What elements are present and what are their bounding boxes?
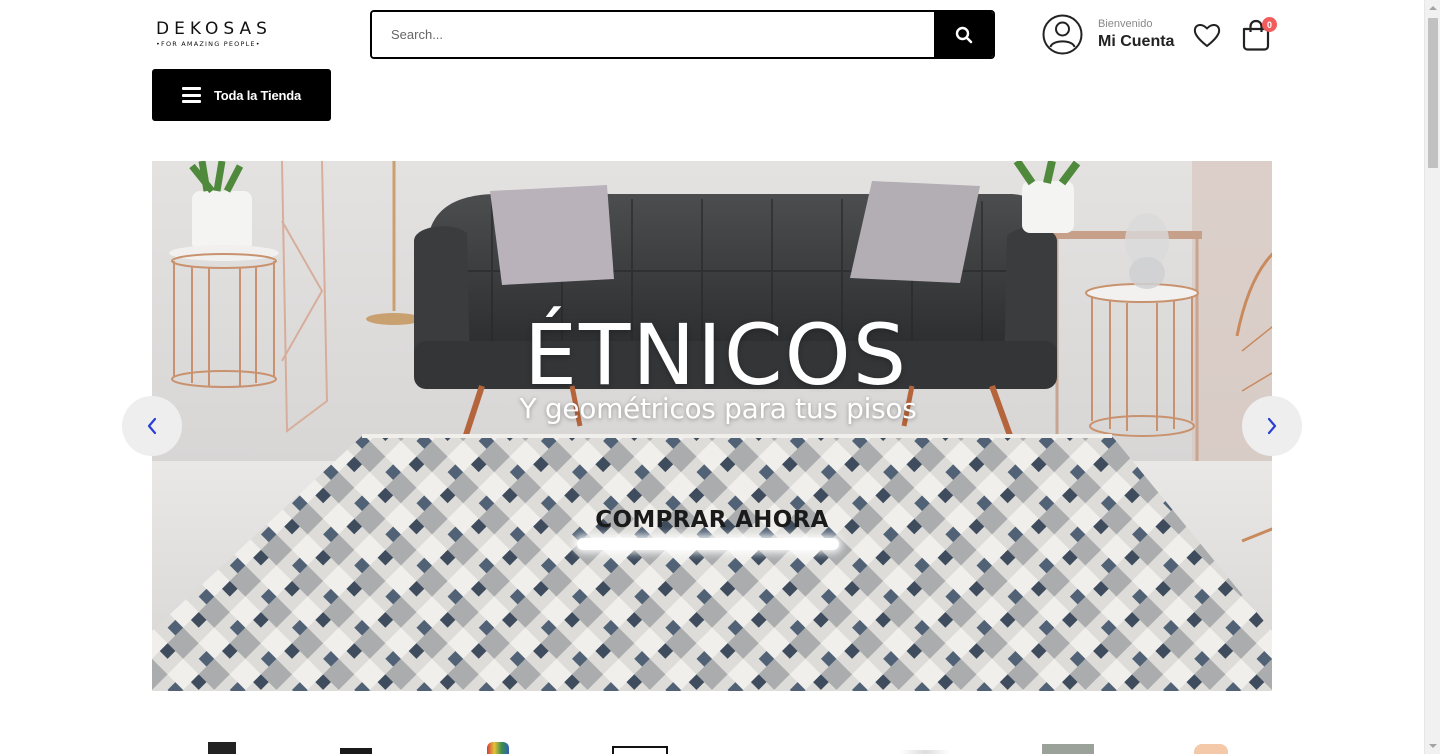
search-bar bbox=[370, 10, 995, 59]
chevron-right-icon bbox=[1267, 417, 1277, 435]
shop-now-label: COMPRAR AHORA bbox=[595, 507, 829, 533]
hero-banner[interactable]: ÉTNICOS Y geométricos para tus pisos COM… bbox=[152, 161, 1272, 691]
search-input[interactable] bbox=[372, 12, 934, 57]
logo[interactable]: DEKOSAS •FOR AMAZING PEOPLE• bbox=[156, 20, 271, 48]
category-thumb[interactable] bbox=[200, 742, 248, 754]
scroll-down-arrow[interactable] bbox=[1425, 738, 1440, 754]
hero-title: ÉTNICOS bbox=[523, 306, 909, 404]
logo-tagline: •FOR AMAZING PEOPLE• bbox=[156, 40, 261, 48]
shop-now-button[interactable]: COMPRAR AHORA bbox=[577, 505, 847, 555]
account-link[interactable]: Bienvenido Mi Cuenta bbox=[1042, 14, 1174, 55]
slider-prev-button[interactable] bbox=[122, 396, 182, 456]
chevron-left-icon bbox=[147, 417, 157, 435]
all-store-label: Toda la Tienda bbox=[214, 87, 302, 103]
category-thumb[interactable] bbox=[487, 742, 509, 754]
cart-count-badge: 0 bbox=[1262, 17, 1277, 32]
account-greeting: Bienvenido bbox=[1098, 17, 1153, 30]
logo-wordmark: DEKOSAS bbox=[156, 19, 272, 39]
slider-next-button[interactable] bbox=[1242, 396, 1302, 456]
category-thumb[interactable] bbox=[900, 750, 950, 754]
user-icon bbox=[1042, 14, 1083, 55]
category-strip bbox=[0, 742, 1424, 754]
scrollbar-thumb[interactable] bbox=[1428, 18, 1438, 168]
category-thumb[interactable] bbox=[612, 746, 668, 754]
menu-icon bbox=[182, 87, 201, 103]
search-icon bbox=[955, 26, 972, 43]
heart-icon[interactable] bbox=[1192, 20, 1222, 50]
hero-subtitle: Y geométricos para tus pisos bbox=[519, 392, 917, 425]
category-thumb[interactable] bbox=[1042, 744, 1094, 754]
category-thumb[interactable] bbox=[340, 748, 372, 754]
hero-image bbox=[152, 161, 1272, 691]
all-store-button[interactable]: Toda la Tienda bbox=[152, 69, 331, 121]
page-scrollbar[interactable] bbox=[1424, 0, 1440, 754]
category-thumb[interactable] bbox=[1194, 744, 1228, 754]
search-button[interactable] bbox=[934, 12, 993, 57]
scroll-up-arrow[interactable] bbox=[1425, 0, 1440, 16]
cta-underline bbox=[577, 538, 839, 550]
account-label: Mi Cuenta bbox=[1098, 32, 1175, 50]
